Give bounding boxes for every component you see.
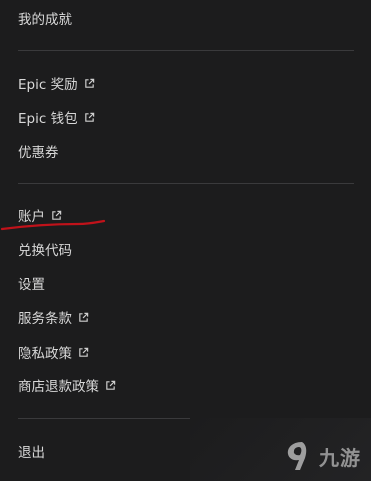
menu-item-privacy-policy[interactable]: 隐私政策 [18,340,89,364]
menu-item-label: 商店退款政策 [18,379,99,395]
menu-item-store-refund-policy[interactable]: 商店退款政策 [18,373,116,397]
watermark-text: 九游 [319,445,361,470]
menu-item-label: 我的成就 [18,12,72,28]
menu-item-label: 服务条款 [18,311,72,327]
menu-item-redeem-code[interactable]: 兑换代码 [18,237,72,261]
menu-item-achievements[interactable]: 我的成就 [18,6,72,30]
menu-item-label: 优惠券 [18,145,59,161]
menu-item-label: Epic 奖励 [18,77,78,93]
menu-item-sign-out[interactable]: 退出 [18,439,45,463]
menu-item-label: 兑换代码 [18,243,72,259]
external-link-icon [106,380,116,390]
menu-item-terms-of-service[interactable]: 服务条款 [18,305,89,329]
menu-divider [18,183,354,184]
menu-item-epic-wallet[interactable]: Epic 钱包 [18,105,95,129]
external-link-icon [79,347,89,357]
menu-item-settings[interactable]: 设置 [18,271,45,295]
menu-item-coupons[interactable]: 优惠券 [18,139,59,163]
menu-item-label: 隐私政策 [18,346,72,362]
external-link-icon [79,312,89,322]
external-link-icon [84,78,94,88]
menu-item-label: Epic 钱包 [18,111,78,127]
menu-item-epic-rewards[interactable]: Epic 奖励 [18,71,95,95]
red-underline-annotation [0,219,106,231]
jiuyou-logo-icon [287,442,307,470]
menu-item-label: 退出 [18,445,45,461]
account-dropdown-menu: 我的成就 Epic 奖励 Epic 钱包 优惠券 账户 兑换代码 设置 服务条款… [0,0,371,481]
external-link-icon [84,112,94,122]
watermark: 九游 [282,439,361,473]
menu-divider [18,50,354,51]
menu-divider [18,418,190,419]
menu-item-label: 设置 [18,277,45,293]
